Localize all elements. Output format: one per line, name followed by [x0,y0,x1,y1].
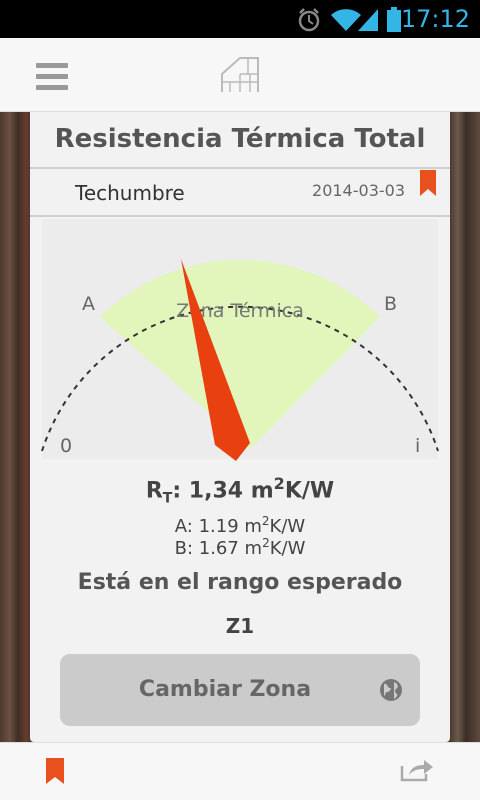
total-resistance: RT: 1,34 m2K/W [145,474,335,507]
menu-icon [36,63,68,68]
status-bar: 17:12 [0,0,480,38]
clock: 17:12 [400,5,470,33]
bottom-bar [0,742,480,800]
result-card: Resistencia Térmica Total Techumbre 2014… [30,112,450,742]
signal-icon [358,9,378,31]
gauge-label-b: B [384,293,397,315]
building-logo-icon [221,57,259,92]
card-subheader: Techumbre 2014-03-03 [30,167,450,217]
globe-icon [380,679,402,701]
share-icon[interactable] [400,758,434,782]
range-b: B: 1.67 m2K/W [174,536,306,559]
status-message: Está en el rango esperado [77,570,403,595]
battery-icon [387,7,401,32]
gauge-label-a: A [82,293,95,315]
range-a: A: 1.19 m2K/W [174,514,306,537]
zone-code: Z1 [225,614,255,638]
change-zone-label: Cambiar Zona [138,677,312,702]
alarm-icon [298,8,320,32]
change-zone-button[interactable]: Cambiar Zona [60,654,420,726]
app-bar [0,38,480,112]
menu-button[interactable] [36,63,68,91]
item-date: 2014-03-03 [312,181,405,200]
gauge-label-min: 0 [60,435,72,457]
item-name: Techumbre [75,181,185,205]
bookmarks-icon[interactable] [46,758,64,784]
card-title: Resistencia Térmica Total [54,124,426,154]
gauge-label-max: i [415,435,420,457]
bookmark-icon[interactable] [420,170,436,196]
